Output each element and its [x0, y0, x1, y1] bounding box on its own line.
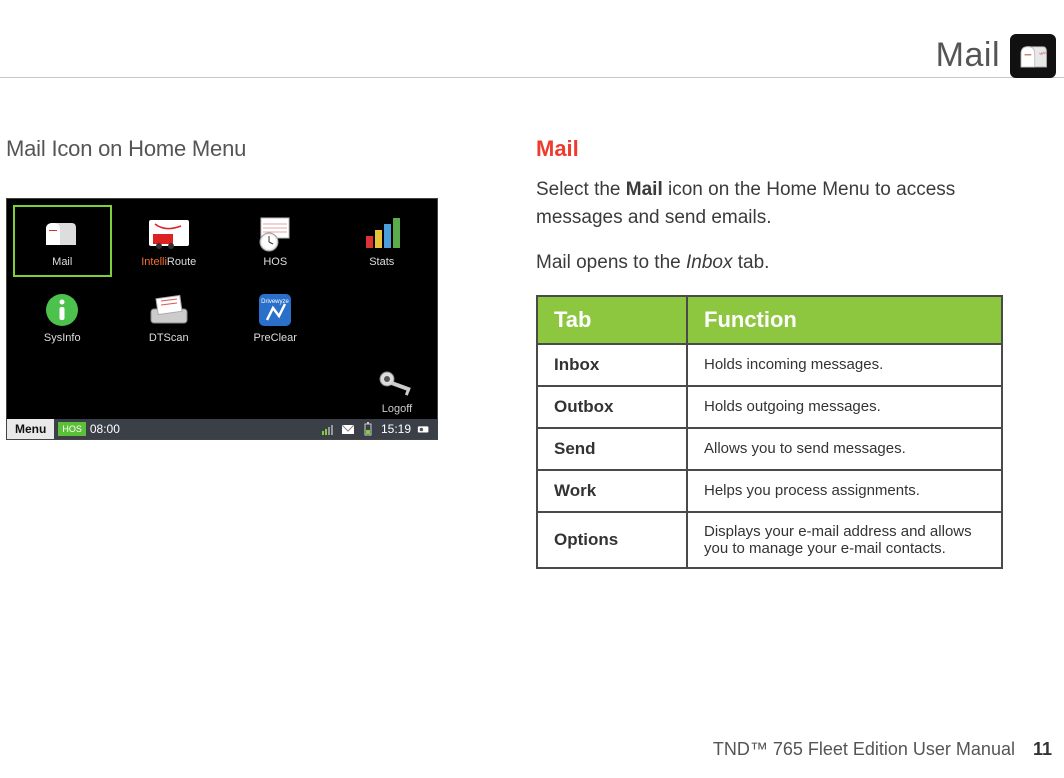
menu-label: DTScan [149, 332, 189, 344]
table-row: SendAllows you to send messages. [537, 428, 1002, 470]
table-row: OutboxHolds outgoing messages. [537, 386, 1002, 428]
logoff-item[interactable]: Logoff [375, 367, 419, 415]
menu-item-intelliroute[interactable]: IntelliRoute [120, 205, 219, 277]
mail-icon [40, 214, 84, 254]
table-row: OptionsDisplays your e-mail address and … [537, 512, 1002, 568]
status-hos-badge: HOS [58, 422, 86, 436]
intro-paragraph-2: Mail opens to the Inbox tab. [536, 249, 1044, 277]
status-right-cluster: 15:19 [321, 422, 437, 436]
table-header-tab: Tab [537, 296, 687, 344]
table-row: InboxHolds incoming messages. [537, 344, 1002, 386]
footer-doc-title: TND™ 765 Fleet Edition User Manual [713, 739, 1015, 760]
section-heading: Mail [536, 136, 1044, 162]
right-column: Mail Select the Mail icon on the Home Me… [532, 118, 1064, 718]
menu-label: Mail [52, 256, 72, 268]
mail-status-icon [341, 422, 355, 436]
scanner-icon [147, 290, 191, 330]
info-icon [40, 290, 84, 330]
screenshot-caption: Mail Icon on Home Menu [6, 136, 502, 162]
truck-icon [147, 214, 191, 254]
dashcam-icon [417, 422, 431, 436]
mailbox-icon: MAIL [1016, 41, 1050, 71]
page-title: Mail [936, 36, 1000, 75]
clock-icon [253, 214, 297, 254]
menu-label: IntelliRoute [141, 256, 196, 268]
menu-label: HOS [263, 256, 287, 268]
bar-chart-icon [360, 214, 404, 254]
footer-page-number: 11 [1033, 739, 1052, 760]
status-menu-button[interactable]: Menu [7, 419, 54, 439]
battery-icon [361, 422, 375, 436]
menu-item-sysinfo[interactable]: SysInfo [13, 281, 112, 353]
home-menu-screenshot: Mail IntelliRoute HOS [6, 198, 438, 440]
page-header: Mail MAIL [0, 34, 1064, 78]
menu-item-hos[interactable]: HOS [226, 205, 325, 277]
drivewyze-icon: Drivewyze [253, 290, 297, 330]
logoff-label: Logoff [375, 403, 419, 415]
menu-label: SysInfo [44, 332, 81, 344]
menu-item-preclear[interactable]: Drivewyze PreClear [226, 281, 325, 353]
menu-label: PreClear [254, 332, 297, 344]
page-footer: TND™ 765 Fleet Edition User Manual 11 [0, 739, 1052, 760]
key-icon [375, 367, 419, 401]
status-bar: Menu HOS 08:00 15:19 [7, 419, 437, 439]
menu-item-mail[interactable]: Mail [13, 205, 112, 277]
table-row: WorkHelps you process assignments. [537, 470, 1002, 512]
status-time-1: 08:00 [90, 422, 120, 436]
tab-function-table: Tab Function InboxHolds incoming message… [536, 295, 1003, 569]
table-header-function: Function [687, 296, 1002, 344]
signal-icon [321, 422, 335, 436]
svg-text:Drivewyze: Drivewyze [261, 299, 289, 305]
menu-item-dtscan[interactable]: DTScan [120, 281, 219, 353]
intro-paragraph-1: Select the Mail icon on the Home Menu to… [536, 176, 1044, 231]
status-time-2: 15:19 [381, 422, 411, 436]
menu-item-stats[interactable]: Stats [333, 205, 432, 277]
mail-app-icon: MAIL [1010, 34, 1056, 78]
left-column: Mail Icon on Home Menu Mail IntelliRoute [0, 118, 532, 718]
menu-label: Stats [369, 256, 394, 268]
